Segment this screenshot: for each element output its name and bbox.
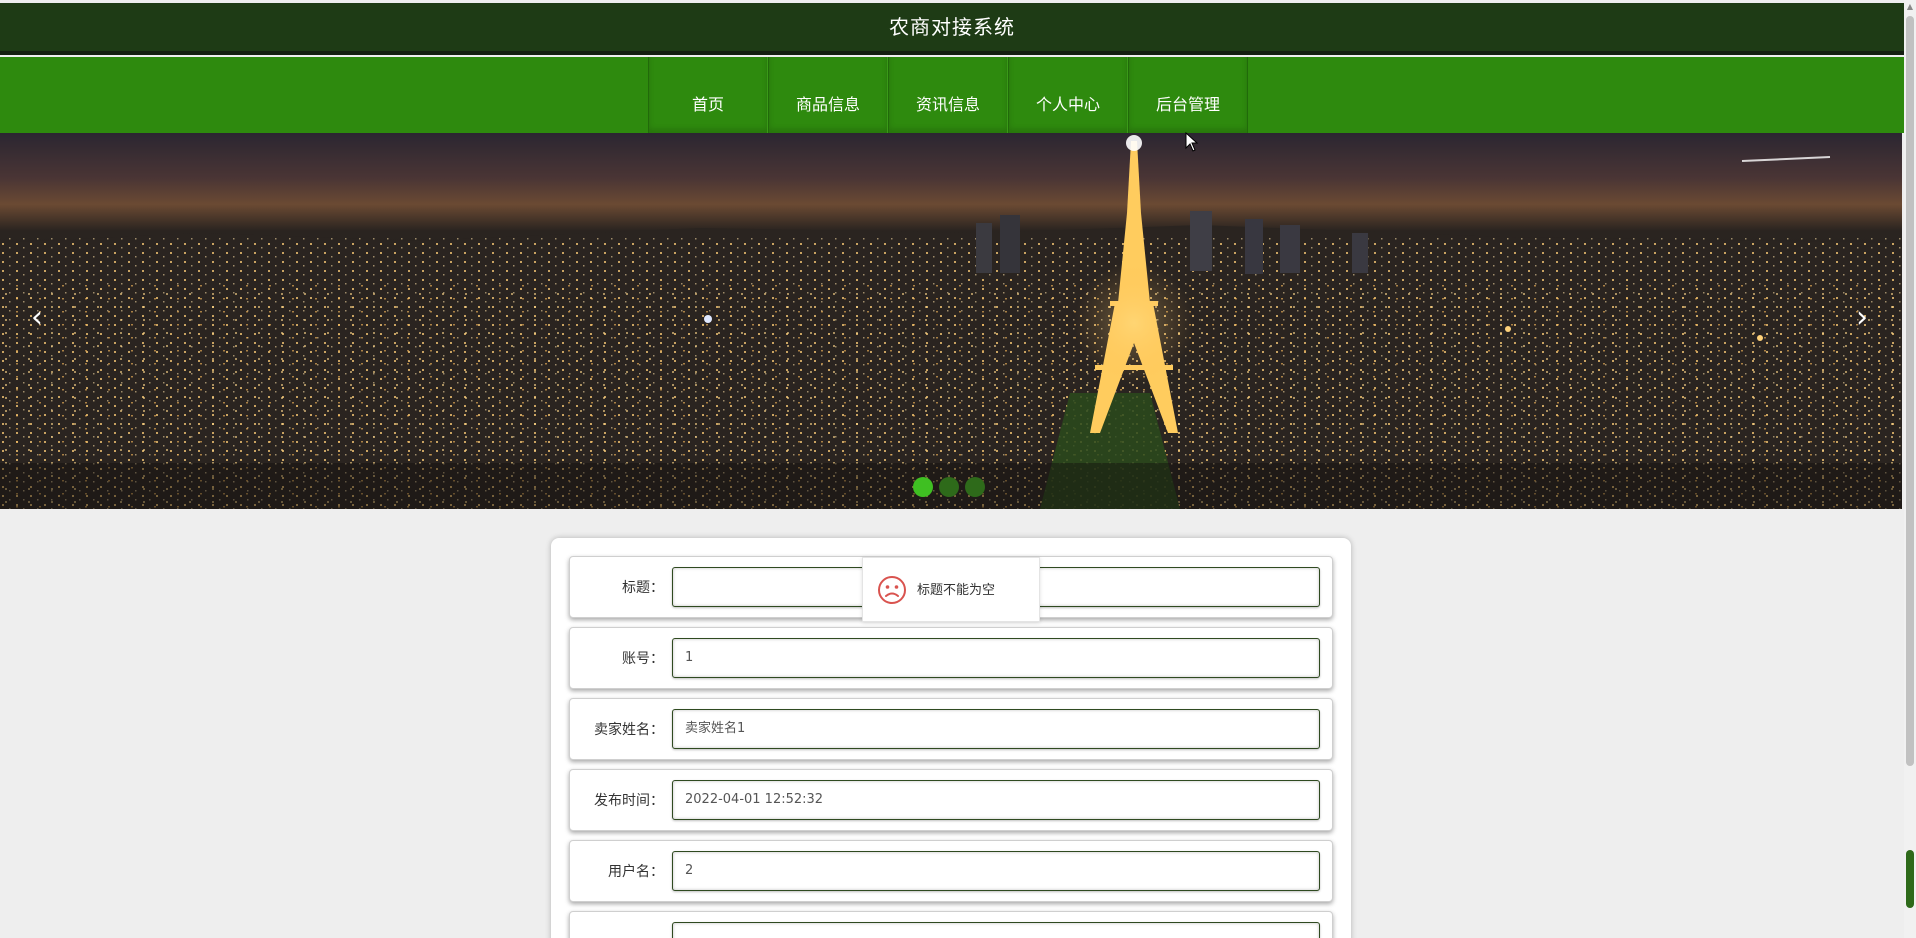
scrollbar-thumb[interactable] bbox=[1906, 16, 1914, 766]
form-row-publish-time: 发布时间： 2022-04-01 12:52:32 bbox=[569, 769, 1333, 831]
banner-carousel: ‹ › bbox=[0, 133, 1902, 509]
nav-item-label: 资讯信息 bbox=[915, 95, 980, 114]
username-label: 用户名： bbox=[608, 864, 664, 880]
carousel-next-button[interactable]: › bbox=[1847, 293, 1877, 343]
form-row-account: 账号： 1 bbox=[569, 627, 1333, 689]
account-input[interactable]: 1 bbox=[672, 638, 1320, 678]
form-row-seller-name: 卖家姓名： 卖家姓名1 bbox=[569, 698, 1333, 760]
account-label: 账号： bbox=[622, 651, 664, 667]
carousel-indicators bbox=[913, 477, 985, 497]
nav-item-profile[interactable]: 个人中心 bbox=[1008, 57, 1128, 133]
nav-item-label: 后台管理 bbox=[1155, 95, 1220, 114]
form-row-username: 用户名： 2 bbox=[569, 840, 1333, 902]
next-field-input[interactable] bbox=[672, 922, 1320, 938]
title-label: 标题： bbox=[622, 580, 664, 596]
banner-image bbox=[0, 133, 1902, 509]
scroll-up-arrow-icon[interactable]: ▲ bbox=[1904, 0, 1916, 14]
nav-list: 首页 商品信息 资讯信息 个人中心 后台管理 bbox=[648, 57, 1248, 133]
site-title: 农商对接系统 bbox=[889, 15, 1015, 39]
carousel-prev-button[interactable]: ‹ bbox=[22, 293, 52, 343]
chevron-right-icon: › bbox=[1856, 300, 1868, 335]
nav-item-products[interactable]: 商品信息 bbox=[768, 57, 888, 133]
publish-time-label: 发布时间： bbox=[594, 793, 664, 809]
carousel-dot-2[interactable] bbox=[939, 477, 959, 497]
nav-item-label: 首页 bbox=[691, 95, 724, 114]
validation-toast: 标题不能为空 bbox=[862, 557, 1040, 622]
nav-item-label: 个人中心 bbox=[1035, 95, 1100, 114]
seller-name-input[interactable]: 卖家姓名1 bbox=[672, 709, 1320, 749]
username-input[interactable]: 2 bbox=[672, 851, 1320, 891]
site-title-bar: 农商对接系统 bbox=[0, 3, 1904, 55]
carousel-dot-1[interactable] bbox=[913, 477, 933, 497]
nav-item-label: 商品信息 bbox=[795, 95, 860, 114]
nav-item-home[interactable]: 首页 bbox=[648, 57, 768, 133]
mouse-cursor-icon bbox=[1185, 132, 1199, 152]
scrollbar-lower-region bbox=[1906, 850, 1914, 908]
main-nav: 首页 商品信息 资讯信息 个人中心 后台管理 bbox=[0, 57, 1904, 133]
nav-item-admin[interactable]: 后台管理 bbox=[1128, 57, 1248, 133]
next-field-label bbox=[570, 912, 664, 938]
page-scrollbar[interactable]: ▲ bbox=[1904, 0, 1916, 938]
seller-name-label: 卖家姓名： bbox=[594, 722, 664, 738]
carousel-dot-3[interactable] bbox=[965, 477, 985, 497]
toast-message: 标题不能为空 bbox=[917, 583, 996, 598]
nav-item-news[interactable]: 资讯信息 bbox=[888, 57, 1008, 133]
chevron-left-icon: ‹ bbox=[31, 300, 43, 335]
publish-time-input[interactable]: 2022-04-01 12:52:32 bbox=[672, 780, 1320, 820]
form-row-next bbox=[569, 911, 1333, 938]
sad-face-icon bbox=[878, 576, 906, 604]
page: 农商对接系统 首页 商品信息 资讯信息 个人中心 后台管理 ‹ › 标题： 账号… bbox=[0, 0, 1916, 938]
